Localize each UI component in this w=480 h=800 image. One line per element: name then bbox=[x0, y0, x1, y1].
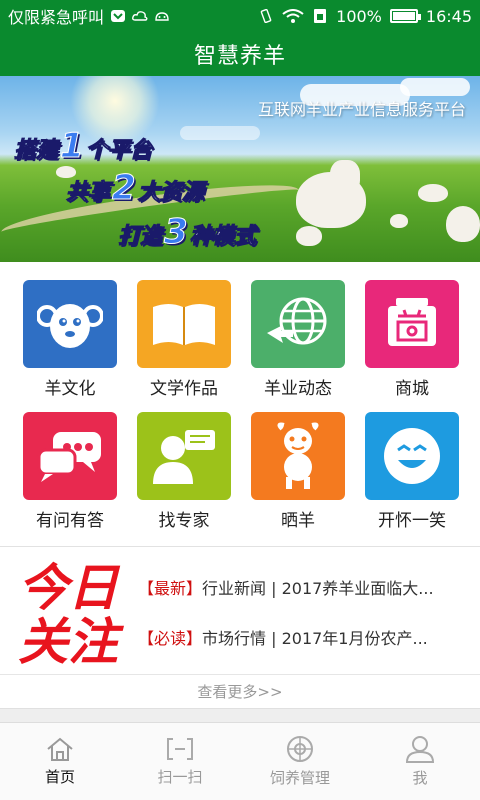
sim-icon bbox=[314, 9, 327, 23]
expert-icon bbox=[137, 412, 231, 500]
news-item[interactable]: 【必读】市场行情 | 2017年1月份农产... bbox=[138, 625, 474, 649]
vibrate-icon bbox=[260, 9, 272, 23]
goat-icon bbox=[251, 412, 345, 500]
scan-icon bbox=[167, 738, 193, 760]
banner-slogan-3: 打造3种模式 bbox=[117, 212, 256, 253]
grid-item-literature[interactable]: 文学作品 bbox=[132, 280, 236, 408]
page-title: 智慧养羊 bbox=[193, 44, 286, 69]
grid-item-label: 有问有答 bbox=[36, 511, 104, 531]
nav-item-home[interactable]: 首页 bbox=[0, 723, 120, 800]
nav-label: 扫一扫 bbox=[157, 768, 203, 786]
grid-item-show-sheep[interactable]: 晒羊 bbox=[246, 412, 350, 540]
feature-grid: 羊文化 文学作品 羊业动态 商城 有问有答 找专家 晒羊 开怀一笑 bbox=[0, 270, 480, 540]
logo-line-1: 今日 bbox=[18, 559, 121, 617]
sheep-head-graphic bbox=[330, 160, 360, 194]
battery-percent: 100% bbox=[336, 6, 382, 26]
open-book-icon bbox=[137, 280, 231, 368]
grid-item-find-expert[interactable]: 找专家 bbox=[132, 412, 236, 540]
nav-item-me[interactable]: 我 bbox=[360, 723, 480, 800]
sheep-graphic bbox=[56, 166, 76, 178]
nav-item-feeding[interactable]: 饲养管理 bbox=[240, 723, 360, 800]
bottom-nav: 首页 扫一扫 饲养管理 我 bbox=[0, 722, 480, 800]
banner-slogan-1: 搭建1个平台 bbox=[13, 126, 152, 167]
user-icon bbox=[405, 736, 435, 763]
sheep-graphic bbox=[418, 184, 448, 202]
cloud-graphic bbox=[400, 78, 470, 96]
news-text: 行业新闻 | 2017养羊业面临大... bbox=[202, 579, 434, 598]
news-text: 市场行情 | 2017年1月份农产... bbox=[202, 629, 428, 648]
nav-label: 首页 bbox=[44, 768, 75, 786]
news-item[interactable]: 【最新】行业新闻 | 2017养羊业面临大... bbox=[138, 575, 474, 599]
shield-notification-icon bbox=[111, 10, 126, 22]
nav-item-scan[interactable]: 扫一扫 bbox=[120, 723, 240, 800]
sheep-face-icon bbox=[23, 280, 117, 368]
banner-subtitle: 互联网羊业产业信息服务平台 bbox=[257, 100, 466, 119]
grid-item-label: 找专家 bbox=[158, 511, 210, 531]
cloud-graphic bbox=[180, 126, 260, 140]
today-focus-section: 今日 关注 【最新】行业新闻 | 2017养羊业面临大... 【必读】市场行情 … bbox=[0, 546, 480, 674]
news-tag: 【必读】 bbox=[138, 629, 203, 648]
home-icon bbox=[47, 737, 73, 761]
sheep-graphic bbox=[390, 214, 408, 228]
cloud-icon bbox=[132, 11, 148, 21]
sheep-graphic bbox=[446, 206, 480, 242]
grid-item-sheep-culture[interactable]: 羊文化 bbox=[18, 280, 122, 408]
target-icon bbox=[287, 736, 313, 762]
see-more-link[interactable]: 查看更多>> bbox=[0, 674, 480, 708]
nav-label: 饲养管理 bbox=[269, 769, 330, 787]
news-tag: 【最新】 bbox=[138, 579, 203, 598]
nav-label: 我 bbox=[412, 769, 428, 787]
chat-bubbles-icon bbox=[23, 412, 117, 500]
globe-icon bbox=[251, 280, 345, 368]
grid-item-industry-news[interactable]: 羊业动态 bbox=[246, 280, 350, 408]
shop-icon bbox=[365, 280, 459, 368]
grid-item-label: 开怀一笑 bbox=[378, 511, 446, 531]
grid-item-label: 羊业动态 bbox=[264, 379, 332, 399]
today-focus-logo: 今日 关注 bbox=[14, 557, 132, 671]
battery-fill bbox=[392, 12, 415, 20]
app-title-bar: 智慧养羊 bbox=[0, 32, 480, 76]
grid-item-laugh[interactable]: 开怀一笑 bbox=[360, 412, 464, 540]
section-divider bbox=[0, 708, 480, 722]
android-icon bbox=[155, 12, 169, 21]
status-bar: 仅限紧急呼叫 100% 16:45 bbox=[0, 0, 480, 32]
battery-icon bbox=[389, 9, 421, 23]
grid-item-qa[interactable]: 有问有答 bbox=[18, 412, 122, 540]
grid-item-label: 晒羊 bbox=[281, 511, 315, 531]
clock: 16:45 bbox=[425, 6, 472, 26]
carrier-text: 仅限紧急呼叫 bbox=[8, 8, 105, 27]
banner-slogan-2: 共享2大资源 bbox=[65, 168, 204, 209]
wifi-icon bbox=[282, 9, 304, 23]
grid-item-label: 文学作品 bbox=[150, 379, 218, 399]
logo-line-2: 关注 bbox=[18, 613, 125, 665]
banner-image[interactable]: 互联网羊业产业信息服务平台 搭建1个平台 共享2大资源 打造3种模式 bbox=[0, 76, 480, 262]
sheep-graphic bbox=[296, 226, 322, 246]
grid-item-label: 羊文化 bbox=[44, 379, 96, 399]
grid-item-mall[interactable]: 商城 bbox=[360, 280, 464, 408]
laugh-face-icon bbox=[365, 412, 459, 500]
grid-item-label: 商城 bbox=[395, 379, 429, 399]
